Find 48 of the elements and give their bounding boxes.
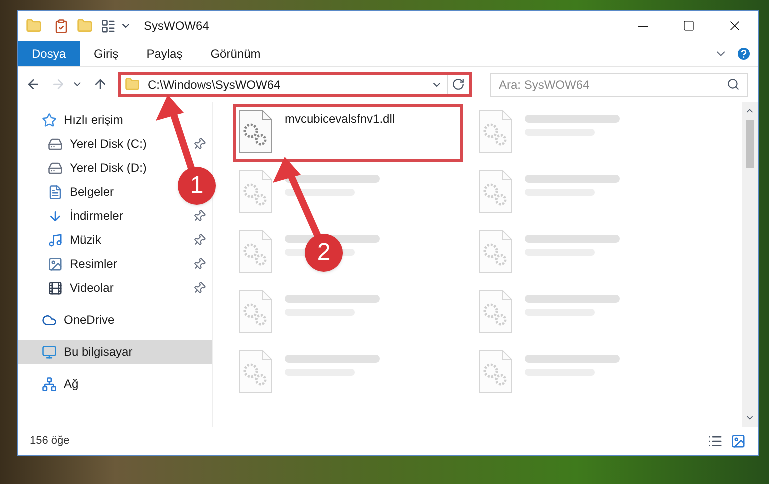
cloud-icon — [42, 312, 57, 328]
address-path: C:\Windows\SysWOW64 — [148, 76, 282, 94]
back-icon[interactable] — [26, 77, 41, 92]
nav-item[interactable]: OneDrive — [18, 308, 123, 332]
document-icon — [48, 184, 63, 200]
file-name[interactable]: mvcubicevalsfnv1.dll — [285, 110, 396, 128]
star-icon — [42, 112, 57, 128]
folder-icon — [26, 18, 42, 34]
properties-icon — [54, 18, 69, 34]
address-bar[interactable]: C:\Windows\SysWOW64 — [118, 72, 472, 97]
ribbon-tab[interactable]: Giriş — [80, 41, 133, 66]
scrollbar[interactable] — [742, 102, 758, 427]
maximize-icon — [683, 20, 695, 32]
nav-item[interactable]: Videolar — [18, 276, 122, 300]
search-field[interactable]: Ara: SysWOW64 — [490, 72, 748, 96]
window-title: SysWOW64 — [144, 18, 210, 35]
gear-file-icon — [239, 110, 273, 154]
drive-icon — [48, 160, 63, 176]
nav-item[interactable]: Ağ — [18, 372, 87, 396]
nav-item[interactable]: Yerel Disk (D:) — [18, 156, 155, 180]
ribbon-tab[interactable]: Dosya — [18, 41, 80, 66]
item-count: 156 öğe — [30, 434, 70, 449]
nav-item[interactable]: İndirmeler — [18, 204, 132, 228]
new-folder-icon — [77, 18, 93, 34]
large-icons-view-icon[interactable] — [731, 434, 746, 448]
nav-item[interactable]: Müzik — [18, 228, 110, 252]
folder-icon — [125, 77, 140, 92]
up-icon[interactable] — [93, 77, 108, 92]
network-icon — [42, 376, 57, 392]
ribbon-tab[interactable]: Paylaş — [132, 41, 197, 66]
music-note-icon — [48, 232, 63, 248]
ribbon-tab[interactable]: Görünüm — [196, 41, 275, 66]
monitor-icon — [42, 344, 57, 360]
nav-item[interactable]: Yerel Disk (C:) — [18, 132, 155, 156]
drive-icon — [48, 136, 63, 152]
picture-icon — [48, 256, 63, 272]
nav-item[interactable]: Resimler — [18, 252, 126, 276]
down-arrow-icon — [48, 208, 63, 224]
nav-item[interactable]: Bu bilgisayar — [18, 340, 212, 364]
search-icon[interactable] — [727, 78, 740, 90]
nav-item[interactable]: Belgeler — [18, 180, 122, 204]
view-icon — [101, 18, 116, 34]
nav-item[interactable]: Hızlı erişim — [18, 108, 132, 132]
details-view-icon[interactable] — [708, 434, 723, 448]
scrollbar-thumb[interactable] — [746, 120, 754, 168]
film-icon — [48, 280, 63, 296]
refresh-icon[interactable] — [452, 78, 465, 91]
help-icon[interactable] — [736, 46, 752, 62]
